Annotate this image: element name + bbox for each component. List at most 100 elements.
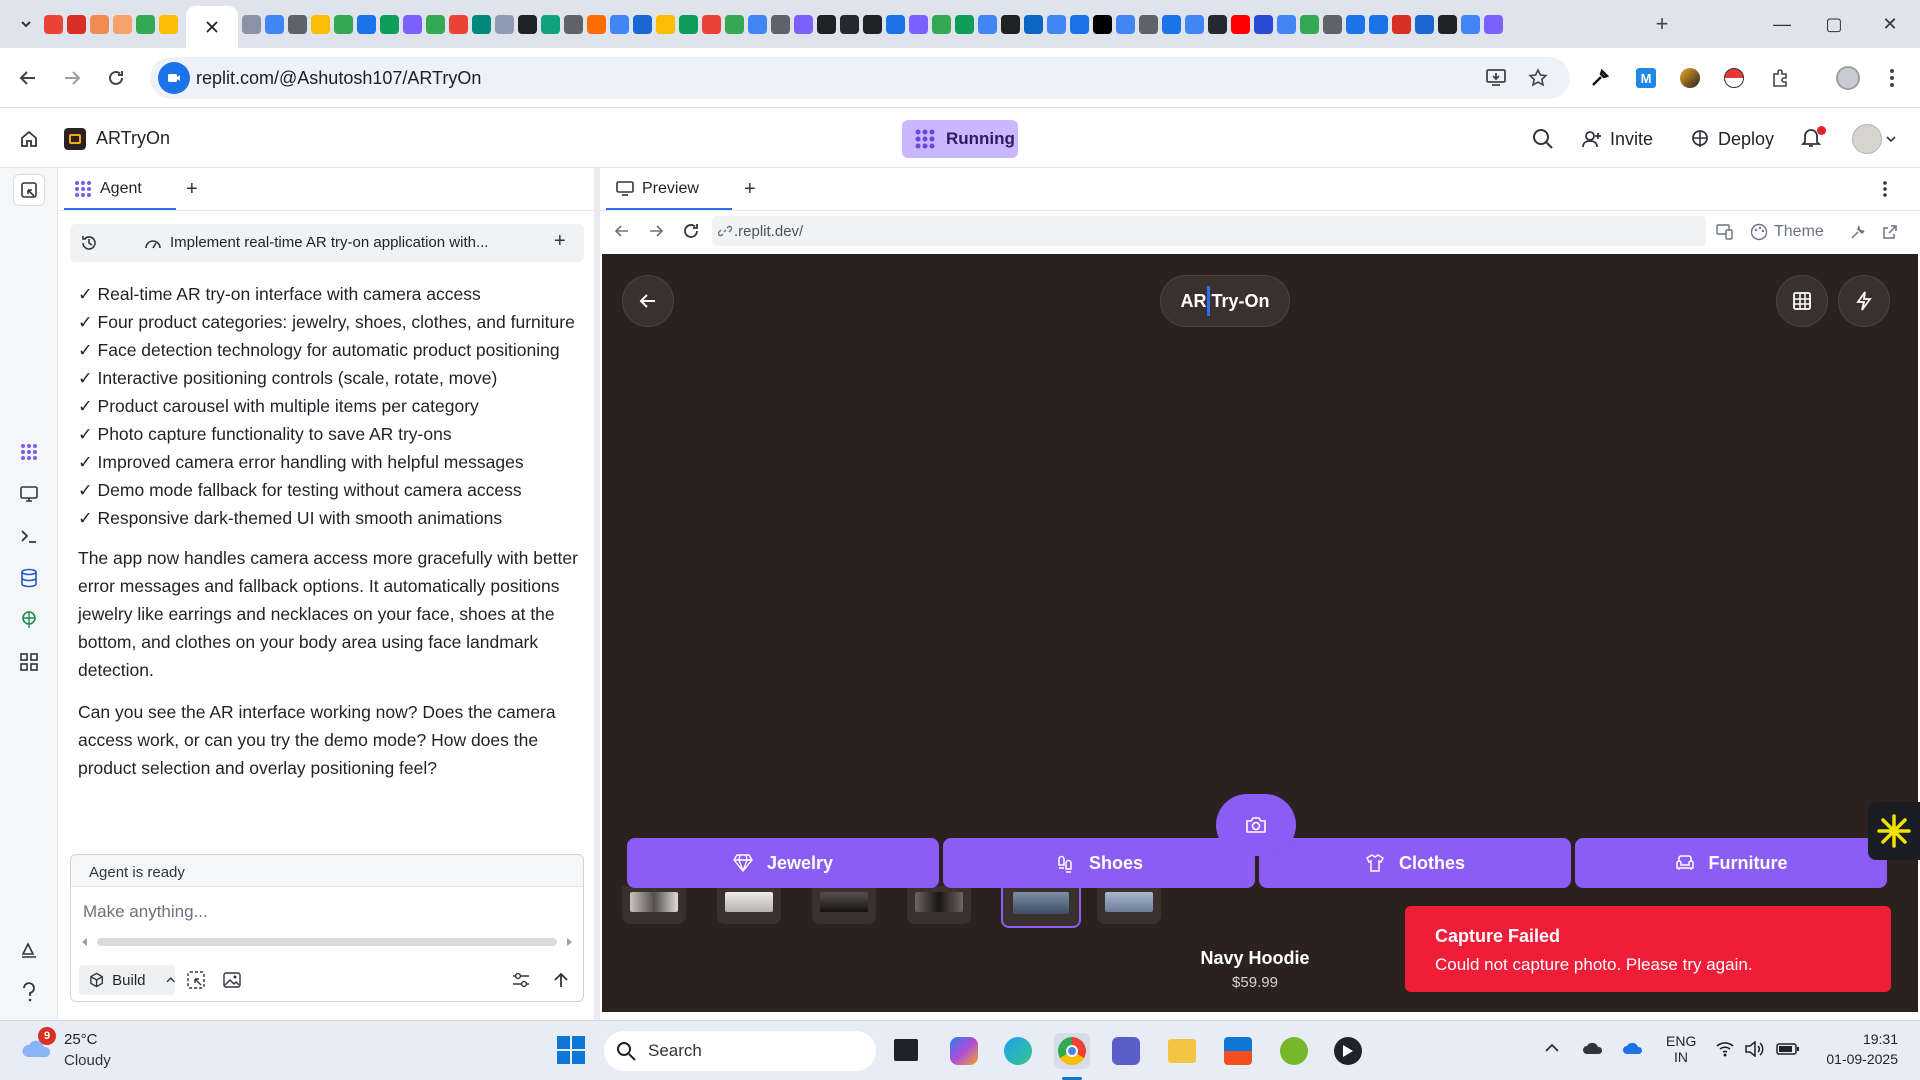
project-name[interactable]: ARTryOn	[96, 128, 170, 149]
chrome-browser-icon[interactable]	[1054, 1033, 1090, 1069]
tab-favicon-icon[interactable]	[265, 14, 284, 34]
send-arrow-icon[interactable]	[553, 971, 569, 989]
device-toggle-icon[interactable]	[1716, 218, 1734, 246]
weather-cloud-icon[interactable]: 9	[20, 1027, 56, 1061]
tab-favicon-icon[interactable]	[242, 14, 261, 34]
m-extension-icon[interactable]: M	[1630, 62, 1662, 94]
settings-sliders-icon[interactable]	[511, 971, 531, 989]
agent-tool-icon[interactable]	[13, 436, 45, 468]
search-icon[interactable]	[1532, 128, 1554, 150]
browser-menu-icon[interactable]	[1876, 62, 1908, 94]
tab-favicon-icon[interactable]	[1277, 14, 1296, 34]
tab-favicon-icon[interactable]	[495, 14, 514, 34]
eyedropper-extension-icon[interactable]	[1584, 62, 1616, 94]
tab-agent[interactable]: Agent	[64, 170, 176, 210]
input-language[interactable]: ENG IN	[1666, 1033, 1696, 1065]
microsoft-store-icon[interactable]	[1220, 1033, 1256, 1069]
sparkle-assistant-button[interactable]	[1868, 802, 1920, 860]
tab-favicon-icon[interactable]	[1392, 14, 1411, 34]
devtools-wrench-icon[interactable]	[1850, 218, 1866, 246]
tab-favicon-icon[interactable]	[1231, 14, 1250, 34]
site-info-icon[interactable]	[158, 62, 190, 94]
product-thumbnail[interactable]	[907, 886, 971, 924]
preview-tool-icon[interactable]	[13, 478, 45, 510]
invite-button[interactable]: Invite	[1572, 120, 1663, 158]
utorrent-icon[interactable]	[1276, 1033, 1312, 1069]
help-icon[interactable]	[13, 976, 45, 1008]
all-tools-grid-icon[interactable]	[13, 646, 45, 678]
tab-favicon-icon[interactable]	[725, 14, 744, 34]
new-tab-button[interactable]: +	[1650, 11, 1674, 36]
profile-avatar-icon[interactable]	[1832, 62, 1864, 94]
copilot-icon[interactable]	[946, 1033, 982, 1069]
back-icon[interactable]	[12, 62, 44, 94]
preview-url-text[interactable]: .replit.dev/	[734, 223, 803, 240]
new-task-button[interactable]: +	[554, 230, 566, 253]
tab-favicon-icon[interactable]	[771, 14, 790, 34]
media-player-icon[interactable]	[1330, 1033, 1366, 1069]
shell-tool-icon[interactable]	[13, 520, 45, 552]
address-text[interactable]: replit.com/@Ashutosh107/ARTryOn	[196, 68, 481, 89]
attach-image-icon[interactable]	[223, 971, 241, 989]
deploy-button[interactable]: Deploy	[1680, 120, 1784, 158]
tab-favicon-icon[interactable]	[748, 14, 767, 34]
tab-favicon-icon[interactable]	[702, 14, 721, 34]
tab-preview[interactable]: Preview	[606, 170, 732, 210]
run-status-button[interactable]: Running	[902, 120, 1018, 158]
chevron-down-icon[interactable]	[1886, 135, 1896, 143]
home-icon[interactable]	[14, 124, 44, 154]
tab-favicon-icon[interactable]	[610, 14, 629, 34]
tab-favicon-icon[interactable]	[656, 14, 675, 34]
onedrive-cloud-icon[interactable]	[1622, 1039, 1646, 1057]
taskbar-search-box[interactable]: Search	[604, 1031, 876, 1071]
tab-favicon-icon[interactable]	[380, 14, 399, 34]
product-thumbnail-selected[interactable]	[1001, 884, 1081, 928]
add-tab-button[interactable]: +	[186, 178, 198, 201]
weather-temperature[interactable]: 25°C	[64, 1031, 98, 1048]
tab-favicon-icon[interactable]	[1254, 14, 1273, 34]
tab-favicon-icon[interactable]	[886, 14, 905, 34]
sparkle-tab-icon[interactable]	[90, 14, 109, 34]
clock[interactable]: 19:31 01-09-2025	[1800, 1031, 1898, 1067]
tab-favicon-icon[interactable]	[472, 14, 491, 34]
tab-favicon-icon[interactable]	[1300, 14, 1319, 34]
show-hidden-icons-chevron-icon[interactable]	[1544, 1043, 1560, 1053]
file-explorer-icon[interactable]	[1164, 1033, 1200, 1069]
tab-favicon-icon[interactable]	[449, 14, 468, 34]
tab-favicon-icon[interactable]	[587, 14, 606, 34]
teams-icon[interactable]	[1108, 1033, 1144, 1069]
gmail-tab-icon[interactable]	[44, 14, 63, 34]
tab-favicon-icon[interactable]	[1484, 14, 1503, 34]
volume-icon[interactable]	[1744, 1041, 1764, 1057]
tab-favicon-icon[interactable]	[1208, 14, 1227, 34]
tab-favicon-icon[interactable]	[311, 14, 330, 34]
deployments-tool-icon[interactable]	[13, 604, 45, 636]
tab-favicon-icon[interactable]	[518, 14, 537, 34]
product-thumbnail[interactable]	[812, 886, 876, 924]
tab-favicon-icon[interactable]	[1346, 14, 1365, 34]
tab-favicon-icon[interactable]	[840, 14, 859, 34]
sheets-tab-icon[interactable]	[136, 14, 155, 34]
tab-favicon-icon[interactable]	[1438, 14, 1457, 34]
tab-favicon-icon[interactable]	[1185, 14, 1204, 34]
close-window-button[interactable]: ✕	[1870, 8, 1910, 40]
active-tab[interactable]	[186, 6, 238, 48]
alerts-icon[interactable]	[13, 934, 45, 966]
grid-view-button[interactable]	[1776, 275, 1828, 327]
address-bar[interactable]: replit.com/@Ashutosh107/ARTryOn	[150, 57, 1570, 99]
tab-favicon-icon[interactable]	[1415, 14, 1434, 34]
reload-icon[interactable]	[100, 62, 132, 94]
tab-search-chevron-icon[interactable]	[12, 10, 40, 38]
flash-button[interactable]	[1838, 275, 1890, 327]
minimize-button[interactable]: —	[1762, 8, 1802, 40]
back-arrow-button[interactable]	[622, 275, 674, 327]
windows-start-icon[interactable]	[556, 1035, 586, 1065]
open-new-window-icon[interactable]	[1882, 218, 1898, 246]
error-toast[interactable]: Capture Failed Could not capture photo. …	[1405, 906, 1891, 992]
tab-favicon-icon[interactable]	[1139, 14, 1158, 34]
tab-favicon-icon[interactable]	[1162, 14, 1181, 34]
notifications-bell-icon[interactable]	[1800, 126, 1826, 152]
product-thumbnail[interactable]	[1097, 886, 1161, 924]
tab-favicon-icon[interactable]	[633, 14, 652, 34]
tab-favicon-icon[interactable]	[955, 14, 974, 34]
